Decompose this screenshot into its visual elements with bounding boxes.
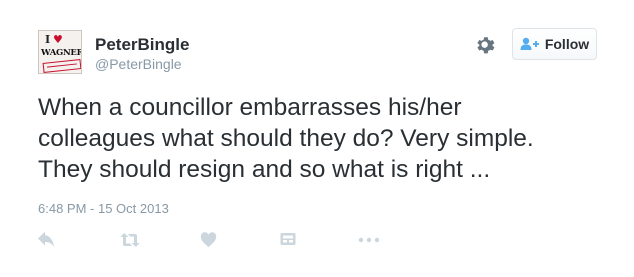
tweet-text-line: They should resign and so what is right …	[38, 156, 491, 183]
follow-button[interactable]: Follow	[512, 28, 597, 60]
tweet-text: When a councillor embarrasses his/her co…	[38, 92, 608, 185]
follow-user-plus-icon	[520, 37, 539, 50]
author-handle[interactable]: @PeterBingle	[95, 56, 182, 72]
retweet-icon[interactable]	[120, 230, 140, 250]
heart-icon: ♥	[53, 33, 63, 46]
follow-button-label: Follow	[544, 36, 590, 52]
tweet-text-line: When a councillor embarrasses his/her	[38, 94, 462, 121]
tweet-actions	[0, 230, 634, 252]
avatar[interactable]: I ♥ WAGNER	[38, 30, 82, 74]
gear-icon[interactable]	[474, 34, 496, 56]
tweet-timestamp[interactable]: 6:48 PM - 15 Oct 2013	[38, 201, 169, 216]
avatar-text-wagner: WAGNER	[41, 48, 82, 58]
avatar-text-i: I	[45, 33, 50, 46]
reply-icon[interactable]	[37, 230, 55, 250]
card-icon[interactable]	[280, 230, 296, 250]
tweet-text-line: colleagues what should they do? Very sim…	[38, 125, 534, 152]
author-name[interactable]: PeterBingle	[95, 35, 189, 55]
stamp-icon	[42, 59, 81, 73]
more-icon[interactable]	[358, 230, 380, 250]
like-heart-icon[interactable]	[200, 230, 217, 250]
